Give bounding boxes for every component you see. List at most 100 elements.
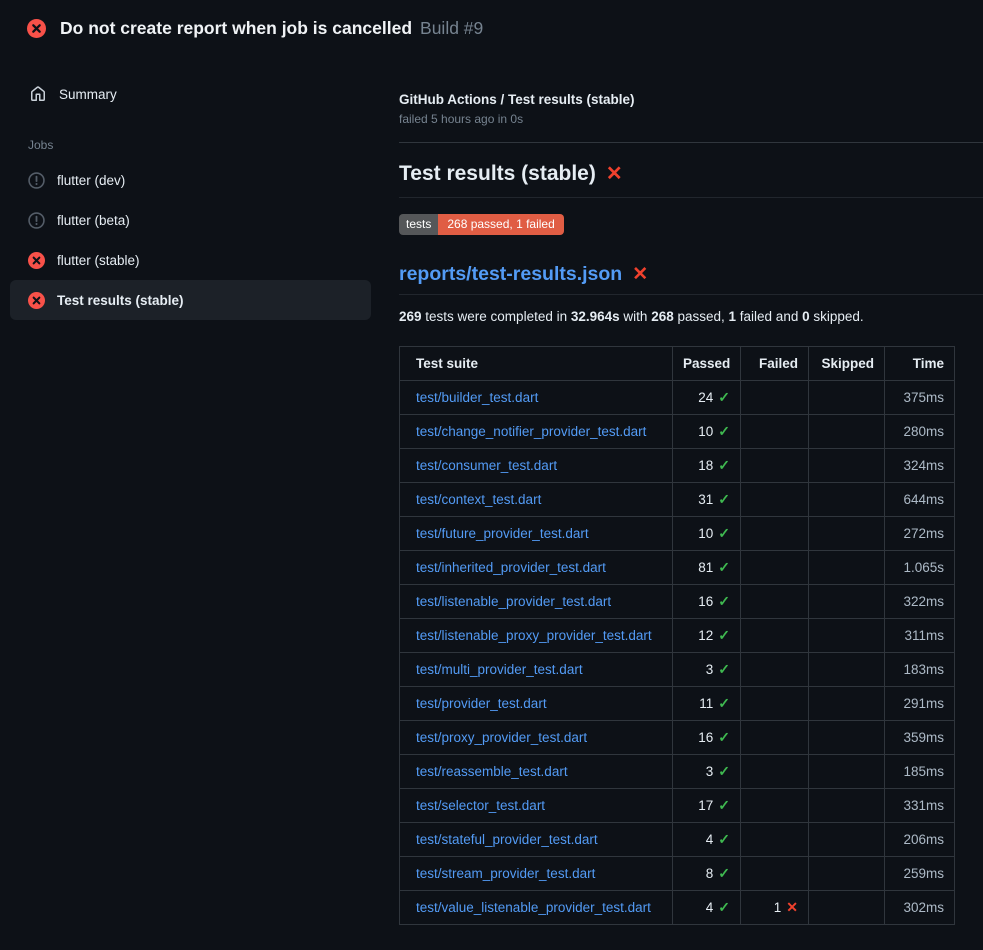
job-list: flutter (dev) (0, 160, 399, 320)
suite-link[interactable]: test/inherited_provider_test.dart (416, 560, 606, 575)
table-row: test/stateful_provider_test.dart 4✓ ✕ 20… (400, 823, 955, 857)
time-cell: 206ms (885, 823, 955, 857)
failed-x-icon: ✕ (606, 163, 623, 185)
suite-link[interactable]: test/builder_test.dart (416, 390, 538, 405)
suite-link[interactable]: test/selector_test.dart (416, 798, 545, 813)
skipped-cell (809, 585, 885, 619)
passed-count: 268 (651, 309, 674, 324)
suite-link[interactable]: test/stateful_provider_test.dart (416, 832, 598, 847)
sidebar-job-item[interactable]: flutter (dev) (10, 160, 371, 200)
passed-cell: 4✓ (706, 900, 730, 915)
skipped-cell (809, 483, 885, 517)
skipped-cell (809, 755, 885, 789)
table-row: test/value_listenable_provider_test.dart… (400, 891, 955, 925)
passed-cell: 17✓ (698, 798, 730, 813)
suite-link[interactable]: test/provider_test.dart (416, 696, 547, 711)
suite-link[interactable]: test/proxy_provider_test.dart (416, 730, 587, 745)
summary-text: tests were completed in (422, 309, 571, 324)
suite-link[interactable]: test/listenable_provider_test.dart (416, 594, 611, 609)
passed-cell: 16✓ (698, 730, 730, 745)
total-count: 269 (399, 309, 422, 324)
failed-x-icon: ✕ (632, 264, 648, 285)
suite-link[interactable]: test/future_provider_test.dart (416, 526, 589, 541)
skipped-count: 0 (802, 309, 810, 324)
skipped-cell (809, 857, 885, 891)
table-row: test/consumer_test.dart 18✓ ✕ 324ms (400, 449, 955, 483)
summary-text: skipped. (810, 309, 864, 324)
passed-cell: 10✓ (698, 526, 730, 541)
check-icon: ✓ (718, 797, 730, 813)
time-cell: 302ms (885, 891, 955, 925)
summary-text: with (620, 309, 652, 324)
sidebar-job-item[interactable]: Test results (stable) (10, 280, 371, 320)
time-cell: 259ms (885, 857, 955, 891)
suite-link[interactable]: test/reassemble_test.dart (416, 764, 568, 779)
badge-label: tests (399, 214, 438, 235)
table-row: test/stream_provider_test.dart 8✓ ✕ 259m… (400, 857, 955, 891)
table-row: test/provider_test.dart 11✓ ✕ 291ms (400, 687, 955, 721)
check-icon: ✓ (718, 695, 730, 711)
check-icon: ✓ (718, 729, 730, 745)
column-header-time: Time (885, 347, 955, 381)
table-row: test/inherited_provider_test.dart 81✓ ✕ … (400, 551, 955, 585)
check-icon: ✓ (718, 525, 730, 541)
skipped-cell (809, 823, 885, 857)
report-heading: reports/test-results.json ✕ (399, 263, 983, 295)
passed-cell: 31✓ (698, 492, 730, 507)
x-icon: ✕ (786, 899, 798, 915)
time-cell: 272ms (885, 517, 955, 551)
suite-link[interactable]: test/value_listenable_provider_test.dart (416, 900, 651, 915)
table-row: test/selector_test.dart 17✓ ✕ 331ms (400, 789, 955, 823)
table-row: test/proxy_provider_test.dart 16✓ ✕ 359m… (400, 721, 955, 755)
report-file-link[interactable]: reports/test-results.json (399, 263, 622, 285)
suite-link[interactable]: test/context_test.dart (416, 492, 541, 507)
time-cell: 1.065s (885, 551, 955, 585)
sidebar-summary-label: Summary (59, 87, 117, 102)
skipped-cell (809, 653, 885, 687)
page-title: Do not create report when job is cancell… (60, 18, 412, 38)
check-icon: ✓ (718, 831, 730, 847)
jobs-section-label: Jobs (28, 138, 399, 152)
time-cell: 359ms (885, 721, 955, 755)
build-header: Do not create report when job is cancell… (0, 0, 983, 56)
skipped-cell (809, 687, 885, 721)
test-results-table: Test suite Passed Failed Skipped Time te… (399, 346, 955, 925)
suite-link[interactable]: test/listenable_proxy_provider_test.dart (416, 628, 652, 643)
skipped-cell (809, 789, 885, 823)
suite-link[interactable]: test/consumer_test.dart (416, 458, 557, 473)
time-cell: 183ms (885, 653, 955, 687)
job-label: flutter (beta) (57, 213, 130, 228)
failed-icon (28, 292, 45, 309)
column-header-skipped: Skipped (809, 347, 885, 381)
table-row: test/builder_test.dart 24✓ ✕ 375ms (400, 381, 955, 415)
badge-value: 268 passed, 1 failed (438, 214, 563, 235)
sidebar-job-item[interactable]: flutter (stable) (10, 240, 371, 280)
passed-cell: 11✓ (699, 696, 730, 711)
table-row: test/reassemble_test.dart 3✓ ✕ 185ms (400, 755, 955, 789)
passed-cell: 3✓ (706, 662, 730, 677)
table-row: test/future_provider_test.dart 10✓ ✕ 272… (400, 517, 955, 551)
suite-link[interactable]: test/stream_provider_test.dart (416, 866, 595, 881)
check-icon: ✓ (718, 865, 730, 881)
skipped-cell (809, 381, 885, 415)
skipped-cell (809, 721, 885, 755)
time-cell: 324ms (885, 449, 955, 483)
check-icon: ✓ (718, 593, 730, 609)
check-icon: ✓ (718, 491, 730, 507)
suite-link[interactable]: test/multi_provider_test.dart (416, 662, 583, 677)
passed-cell: 8✓ (706, 866, 730, 881)
skipped-cell (809, 415, 885, 449)
results-summary: 269 tests were completed in 32.964s with… (399, 309, 983, 324)
time-cell: 185ms (885, 755, 955, 789)
suite-link[interactable]: test/change_notifier_provider_test.dart (416, 424, 646, 439)
job-label: Test results (stable) (57, 293, 184, 308)
passed-cell: 16✓ (698, 594, 730, 609)
column-header-passed: Passed (673, 347, 741, 381)
sidebar-item-summary[interactable]: Summary (0, 80, 399, 108)
sidebar-job-item[interactable]: flutter (beta) (10, 200, 371, 240)
cancelled-icon (28, 212, 45, 229)
check-icon: ✓ (718, 627, 730, 643)
cancelled-icon (28, 172, 45, 189)
passed-cell: 4✓ (706, 832, 730, 847)
check-icon: ✓ (718, 661, 730, 677)
